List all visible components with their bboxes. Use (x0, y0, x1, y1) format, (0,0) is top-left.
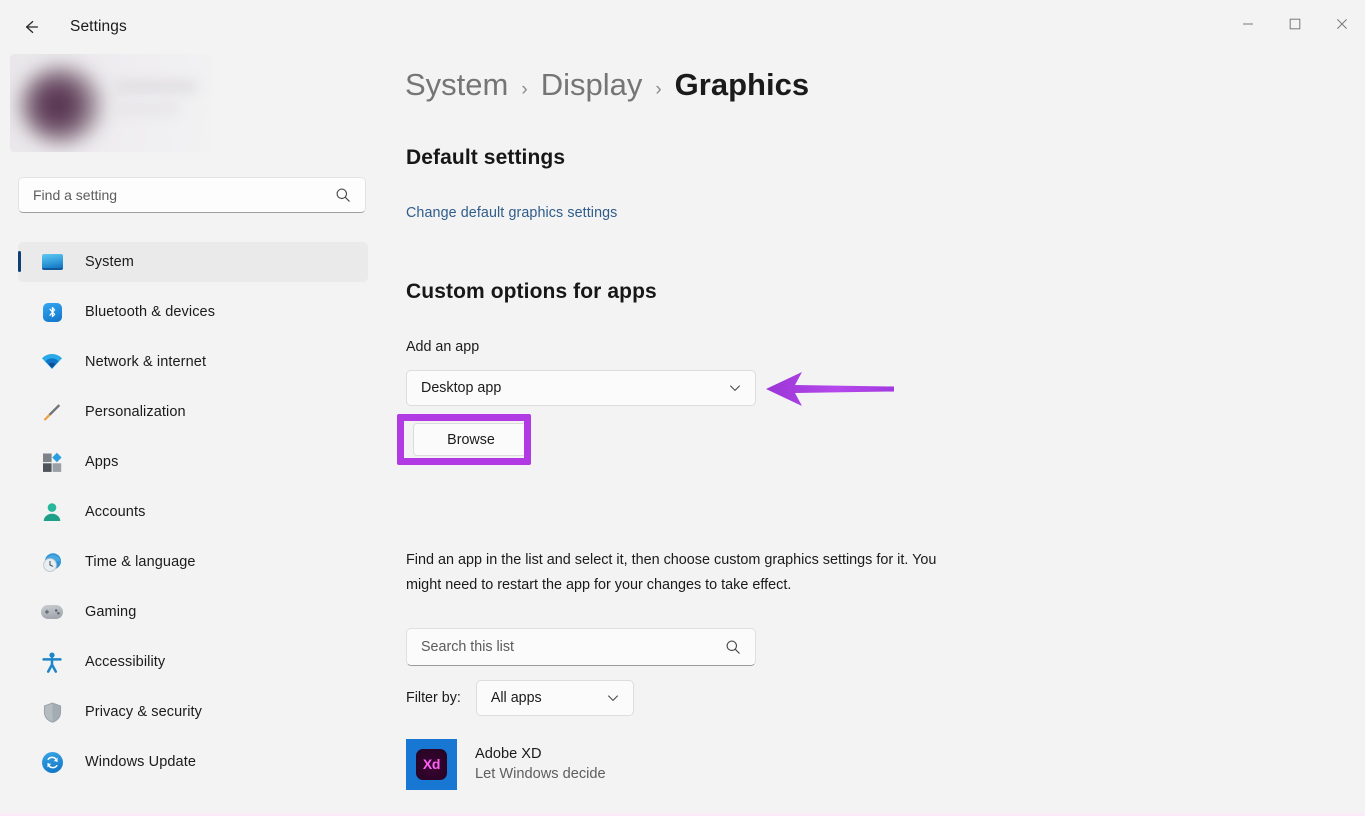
sidebar-item-label: Accounts (85, 504, 146, 520)
monitor-icon (40, 250, 64, 274)
back-button[interactable] (14, 10, 48, 44)
arrow-annotation (764, 369, 896, 414)
profile-name-blurred (114, 80, 196, 93)
chevron-down-icon (728, 381, 755, 395)
sidebar-item-privacy-security[interactable]: Privacy & security (18, 692, 368, 732)
app-title: Settings (70, 18, 127, 35)
filter-row: Filter by: All apps (406, 680, 634, 716)
sidebar-nav: System Bluetooth & devices Network & int… (0, 242, 386, 792)
person-icon (40, 500, 64, 524)
breadcrumb: System › Display › Graphics (405, 67, 809, 103)
close-icon (1336, 19, 1347, 29)
gamepad-icon (40, 600, 64, 624)
maximize-button[interactable] (1271, 0, 1318, 48)
breadcrumb-separator: › (521, 79, 528, 100)
sidebar-item-accounts[interactable]: Accounts (18, 492, 368, 532)
custom-options-description: Find an app in the list and select it, t… (406, 552, 937, 593)
title-bar: Settings (0, 0, 1365, 54)
sidebar-item-apps[interactable]: Apps (18, 442, 368, 482)
maximize-icon (1289, 18, 1300, 30)
adobe-xd-glyph: Xd (416, 748, 447, 780)
sidebar-item-label: Time & language (85, 554, 196, 570)
app-type-dropdown[interactable]: Desktop app (406, 370, 756, 406)
find-setting-placeholder: Find a setting (33, 187, 118, 203)
bluetooth-icon (40, 300, 64, 324)
back-arrow-icon (25, 20, 39, 34)
user-profile-card[interactable] (10, 54, 212, 152)
update-icon (40, 750, 64, 774)
breadcrumb-system[interactable]: System (405, 67, 508, 103)
default-settings-heading: Default settings (406, 146, 566, 169)
sidebar-item-label: Gaming (85, 604, 137, 620)
sidebar-item-system[interactable]: System (18, 242, 368, 282)
breadcrumb-separator: › (655, 79, 662, 100)
paintbrush-icon (40, 400, 64, 424)
main-content: System › Display › Graphics Default sett… (386, 54, 1365, 816)
sidebar-item-label: Privacy & security (85, 704, 203, 720)
app-text: Adobe XD Let Windows decide (475, 746, 606, 782)
profile-email-blurred (114, 104, 178, 114)
sidebar-item-label: Windows Update (85, 754, 197, 770)
custom-options-heading: Custom options for apps (406, 280, 657, 303)
apps-icon (40, 450, 64, 474)
sidebar-item-label: Apps (85, 454, 119, 470)
adobe-xd-icon: Xd (406, 738, 457, 790)
sidebar-item-network-internet[interactable]: Network & internet (18, 342, 368, 382)
sidebar-item-label: Bluetooth & devices (85, 304, 216, 320)
sidebar-item-label: Accessibility (85, 654, 166, 670)
minimize-button[interactable] (1224, 0, 1271, 48)
window-controls (1224, 0, 1365, 48)
chevron-down-icon (606, 691, 633, 705)
filter-by-label: Filter by: (406, 690, 461, 706)
search-icon (335, 187, 365, 203)
list-item[interactable]: Xd Adobe XD Let Windows decide (406, 734, 966, 794)
add-an-app-label: Add an app (406, 339, 480, 355)
sidebar-item-bluetooth-devices[interactable]: Bluetooth & devices (18, 292, 368, 332)
sidebar-item-windows-update[interactable]: Windows Update (18, 742, 368, 782)
wifi-icon (40, 350, 64, 374)
sidebar-item-personalization[interactable]: Personalization (18, 392, 368, 432)
sidebar: Find a setting System Bluetooth & device… (0, 54, 386, 816)
browse-button[interactable]: Browse (413, 423, 529, 456)
app-status: Let Windows decide (475, 766, 606, 782)
search-icon (725, 639, 755, 655)
find-setting-search[interactable]: Find a setting (18, 177, 366, 213)
app-type-value: Desktop app (421, 380, 502, 396)
app-name: Adobe XD (475, 746, 542, 762)
app-list: Xd Adobe XD Let Windows decide Camera Le… (406, 734, 966, 816)
change-default-graphics-settings-link[interactable]: Change default graphics settings (406, 205, 617, 221)
sidebar-item-gaming[interactable]: Gaming (18, 592, 368, 632)
sidebar-item-label: System (85, 254, 134, 270)
filter-dropdown[interactable]: All apps (475, 680, 634, 716)
search-list-placeholder: Search this list (421, 639, 514, 655)
minimize-icon (1242, 23, 1253, 25)
breadcrumb-display[interactable]: Display (541, 67, 643, 103)
breadcrumb-graphics: Graphics (674, 67, 810, 102)
clock-globe-icon (40, 550, 64, 574)
accessibility-icon (40, 650, 64, 674)
settings-window: Settings Find a setting System Bluetooth… (0, 0, 1365, 816)
avatar (20, 66, 104, 144)
close-button[interactable] (1318, 0, 1365, 48)
filter-value: All apps (490, 690, 542, 706)
sidebar-item-accessibility[interactable]: Accessibility (18, 642, 368, 682)
sidebar-item-label: Personalization (85, 404, 186, 420)
search-list-input[interactable]: Search this list (406, 628, 756, 666)
sidebar-item-time-language[interactable]: Time & language (18, 542, 368, 582)
sidebar-item-label: Network & internet (85, 354, 207, 370)
shield-icon (40, 700, 64, 724)
